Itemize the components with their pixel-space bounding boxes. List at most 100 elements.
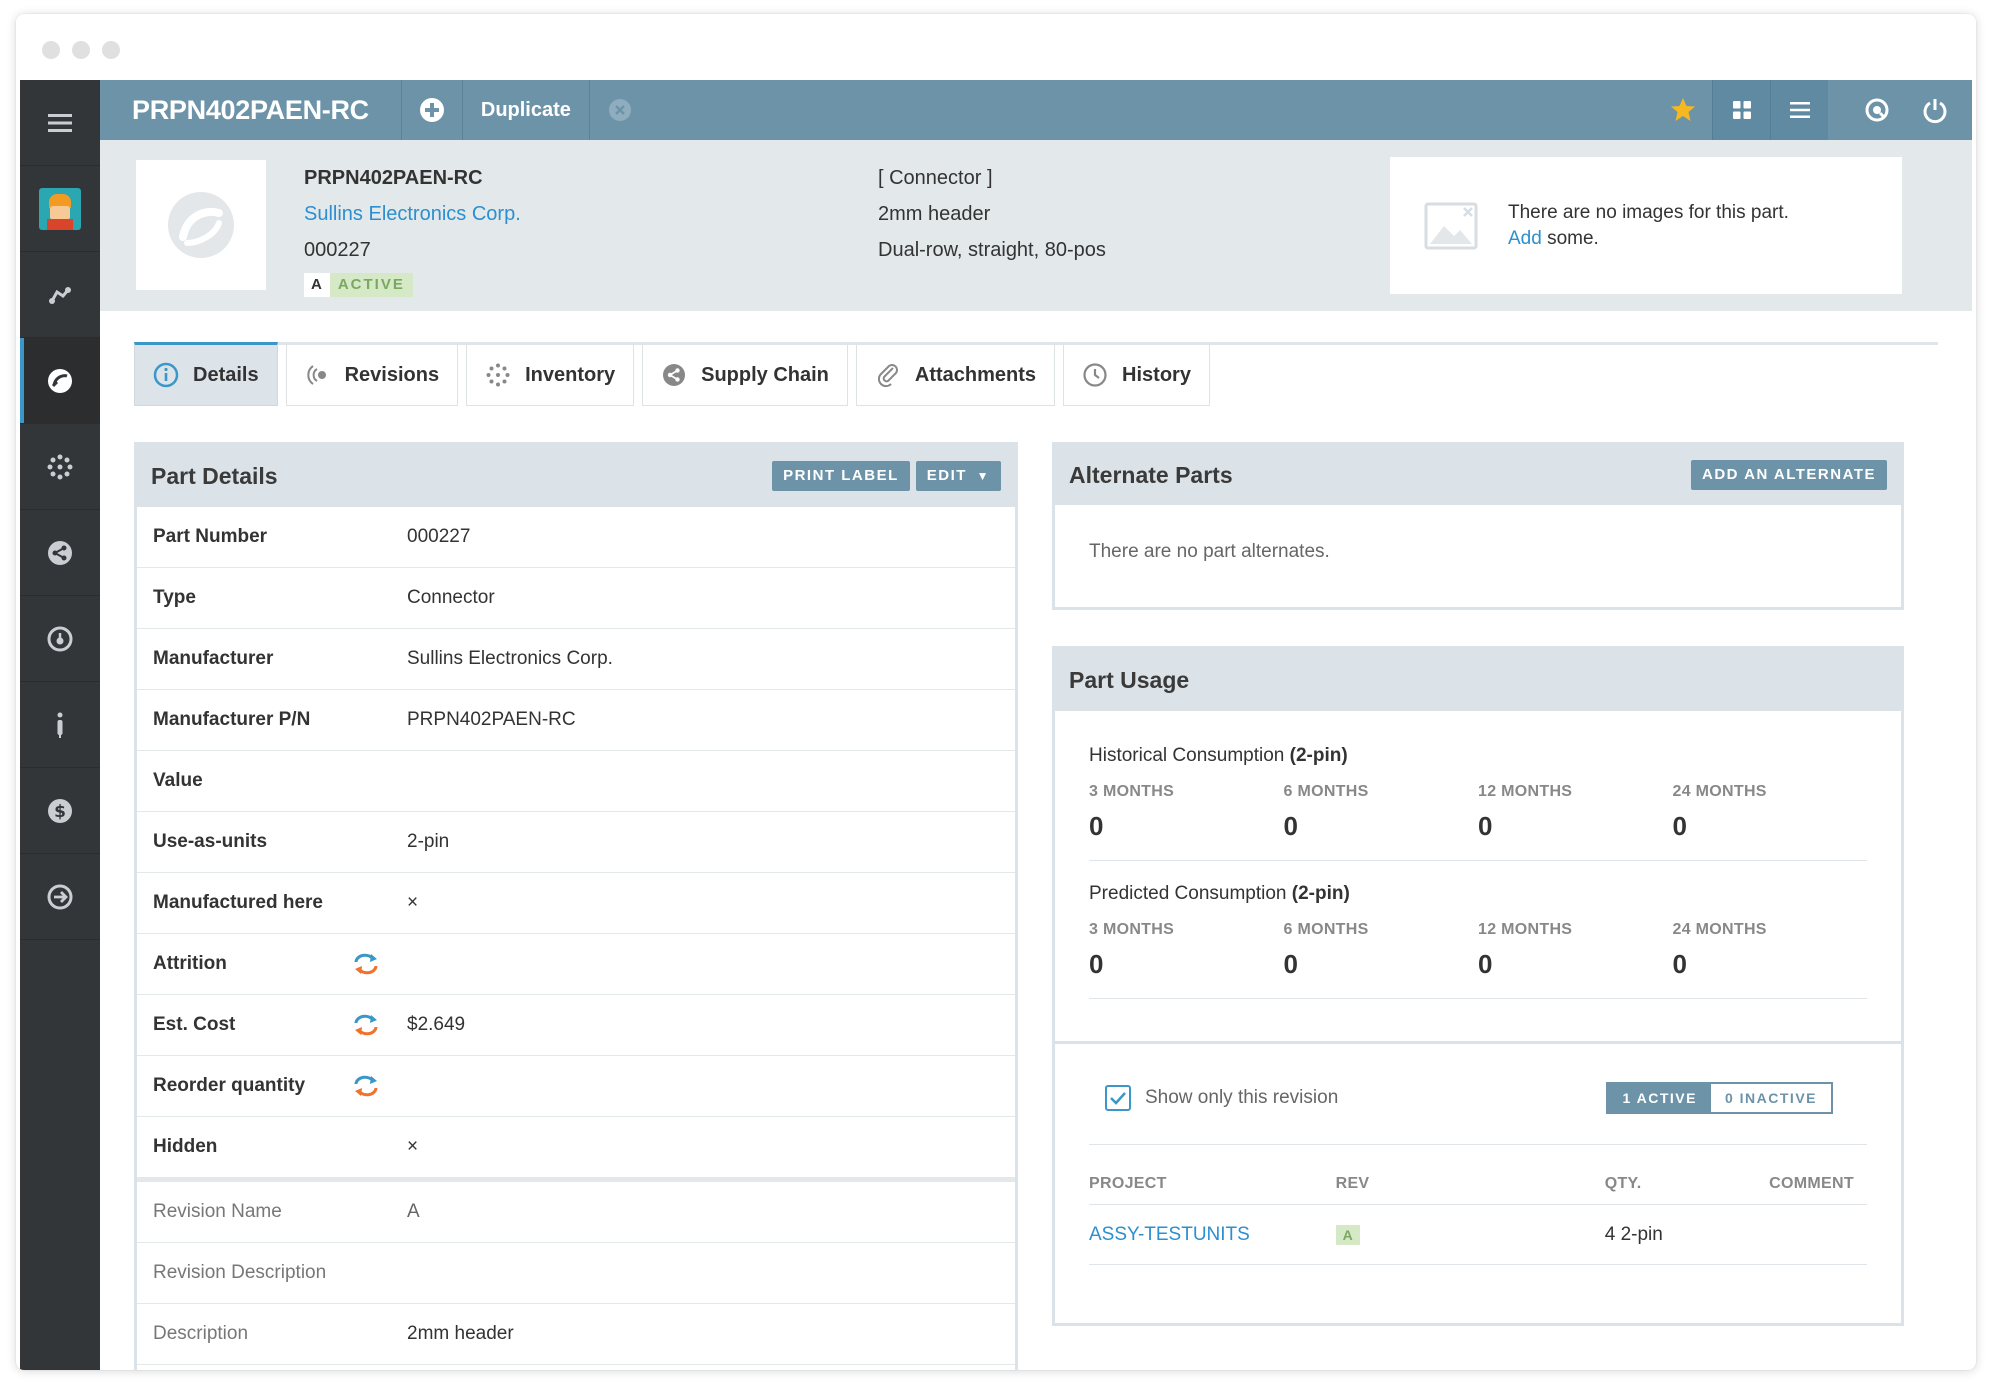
period-value: 0 — [1478, 949, 1493, 979]
part-summary: PRPN402PAEN-RC Sullins Electronics Corp.… — [100, 140, 1972, 311]
usage-table: PROJECT REV QTY. COMMENT ASSY-TESTUNITS … — [1089, 1145, 1867, 1265]
add-alternate-button[interactable]: ADD AN ALTERNATE — [1691, 460, 1887, 490]
search-icon — [1865, 98, 1889, 122]
power-icon — [1923, 99, 1947, 124]
plus-circle-icon — [419, 98, 444, 122]
sidebar-item-dashboard[interactable] — [20, 596, 100, 682]
inactive-toggle[interactable]: 0 INACTIVE — [1710, 1084, 1831, 1112]
tab-revisions[interactable]: Revisions — [285, 342, 459, 406]
project-link[interactable]: ASSY-TESTUNITS — [1089, 1224, 1336, 1246]
period-value: 0 — [1672, 811, 1687, 841]
alternate-parts-panel: Alternate Parts ADD AN ALTERNATE There a… — [1052, 442, 1904, 610]
sidebar-item-supply-chain[interactable] — [20, 510, 100, 596]
column-header[interactable]: PROJECT — [1089, 1175, 1336, 1193]
period-value: 0 — [1283, 949, 1298, 979]
dollar-icon: $ — [48, 798, 72, 823]
period-label: 3 MONTHS — [1089, 921, 1175, 938]
sidebar-item-tools[interactable] — [20, 682, 100, 768]
parts-icon — [48, 368, 72, 393]
tab-attachments[interactable]: Attachments — [855, 342, 1056, 406]
tab-bar: Details Revisions Inventory Supply Chain… — [134, 342, 1938, 412]
detail-key: Revision Name — [153, 1201, 282, 1222]
images-panel: There are no images for this part. Add s… — [1390, 157, 1902, 294]
info-icon — [153, 362, 179, 388]
sidebar-item-purchasing[interactable]: $ — [20, 768, 100, 854]
tab-label: Details — [193, 363, 259, 386]
tab-label: Inventory — [525, 363, 616, 386]
inventory-icon — [47, 454, 73, 479]
sidebar-item-logout[interactable] — [20, 854, 100, 940]
window-close-dot[interactable] — [42, 41, 60, 59]
sync-icon[interactable] — [353, 1075, 379, 1097]
sidebar-item-inventory[interactable] — [20, 424, 100, 510]
column-header[interactable]: COMMENT — [1769, 1175, 1867, 1193]
grid-icon — [1732, 101, 1751, 119]
manufacturer-link[interactable]: Sullins Electronics Corp. — [407, 648, 613, 670]
period-label: 24 MONTHS — [1672, 921, 1767, 938]
sidebar-item-parts[interactable] — [20, 338, 100, 424]
tab-inventory[interactable]: Inventory — [466, 342, 635, 406]
sidebar-item-workflow[interactable] — [20, 252, 100, 338]
power-button[interactable] — [1906, 80, 1964, 140]
historical-consumption-title: Historical Consumption (2-pin) — [1089, 711, 1867, 767]
detail-row-revision-name: Revision Name A — [137, 1182, 1015, 1243]
search-button[interactable] — [1848, 80, 1906, 140]
type-link[interactable]: Connector — [407, 587, 495, 609]
edit-button[interactable]: EDIT ▼ — [915, 461, 1001, 491]
add-images-link[interactable]: Add — [1508, 228, 1542, 249]
add-button[interactable] — [402, 80, 463, 140]
window-zoom-dot[interactable] — [102, 41, 120, 59]
tab-label: Supply Chain — [701, 363, 829, 386]
sidebar-user[interactable] — [20, 166, 100, 252]
detail-row-est-cost: Est. Cost $2.649 — [137, 995, 1015, 1056]
tab-label: History — [1122, 363, 1191, 386]
page-title: PRPN402PAEN-RC — [100, 80, 402, 140]
tab-label: Attachments — [914, 363, 1037, 386]
period-value: 0 — [1283, 811, 1298, 841]
print-label-button[interactable]: PRINT LABEL — [772, 461, 910, 491]
detail-key: Description — [153, 1323, 249, 1344]
svg-text:$: $ — [54, 802, 66, 822]
close-circle-icon — [608, 99, 631, 121]
sync-icon[interactable] — [353, 1014, 379, 1036]
detail-row-part-number: Part Number 000227 — [137, 507, 1015, 568]
predicted-consumption-grid: 3 MONTHS 0 6 MONTHS 0 12 MONTHS 0 24 MONTHS… — [1089, 921, 1867, 999]
active-toggle[interactable]: 1 ACTIVE — [1608, 1084, 1711, 1112]
clock-icon — [1083, 363, 1107, 387]
delete-button[interactable] — [590, 80, 650, 140]
detail-value: $2.649 — [407, 1014, 466, 1035]
rev-badge: A — [1335, 1224, 1360, 1245]
summary-manufacturer-link[interactable]: Sullins Electronics Corp. — [304, 196, 521, 232]
panel-title: Part Details — [151, 462, 278, 489]
paperclip-icon — [877, 364, 898, 388]
detail-value: PRPN402PAEN-RC — [407, 709, 576, 730]
detail-row-attrition: Attrition — [137, 934, 1015, 995]
favorite-button[interactable] — [1654, 80, 1712, 140]
grid-view-button[interactable] — [1712, 80, 1770, 140]
detail-key: Value — [153, 770, 203, 791]
period-value: 0 — [1478, 811, 1493, 841]
show-only-revision-checkbox[interactable] — [1105, 1085, 1131, 1111]
sync-icon[interactable] — [353, 953, 379, 975]
tab-history[interactable]: History — [1063, 342, 1210, 406]
detail-value: 2-pin — [407, 831, 450, 852]
revision-filter: Show only this revision 1 ACTIVE 0 INACT… — [1089, 1044, 1867, 1145]
column-header[interactable]: QTY. — [1605, 1175, 1769, 1193]
sidebar: $ — [20, 80, 100, 1370]
period-label: 3 MONTHS — [1089, 783, 1175, 800]
sidebar-menu[interactable] — [20, 80, 100, 166]
window-minimize-dot[interactable] — [72, 41, 90, 59]
revision-badge: A — [304, 273, 330, 297]
column-header[interactable]: REV — [1336, 1175, 1605, 1193]
duplicate-button[interactable]: Duplicate — [463, 80, 590, 140]
summary-type: [ Connector ] — [878, 167, 993, 189]
list-view-button[interactable] — [1770, 80, 1828, 140]
checkmark-icon — [1110, 1092, 1126, 1105]
tab-details[interactable]: Details — [134, 342, 278, 406]
summary-description-short: 2mm header — [878, 203, 991, 225]
part-details-panel: Part Details PRINT LABEL EDIT ▼ Part Num… — [134, 442, 1018, 1370]
period-label: 6 MONTHS — [1283, 783, 1369, 800]
detail-key: Attrition — [153, 953, 227, 974]
tab-supply-chain[interactable]: Supply Chain — [642, 342, 848, 406]
gauge-icon — [47, 626, 73, 651]
